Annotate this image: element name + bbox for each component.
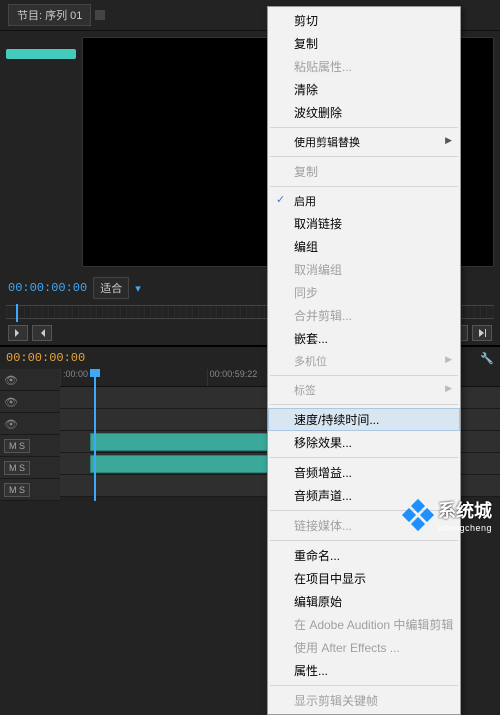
track-headers: 👁 👁 👁 M S M S M S [0,369,60,501]
ctx-ripple-delete[interactable]: 波纹删除 [268,101,460,124]
ctx-group[interactable]: 编组 [268,235,460,258]
watermark-subtitle: xitongcheng [438,523,492,533]
context-menu: 剪切 复制 粘贴属性... 清除 波纹删除 使用剪辑替换▶ 复制 ✓启用 取消链… [267,6,461,715]
track-toggle-a2[interactable]: M S [4,483,30,497]
playhead-timecode[interactable]: 00:00:00:00 [8,281,87,295]
zoom-fit-dropdown[interactable]: 适合 [93,277,129,299]
ctx-label: 标签▶ [268,379,460,401]
submenu-arrow-icon: ▶ [445,383,452,394]
ctx-edit-in-audition: 在 Adobe Audition 中编辑剪辑 [268,613,460,636]
submenu-arrow-icon: ▶ [445,135,452,146]
track-toggle-v[interactable]: M S [4,439,30,453]
timeline-timecode[interactable]: 00:00:00:00 [6,351,85,365]
ctx-properties[interactable]: 属性... [268,659,460,682]
track-toggle-a[interactable]: M S [4,461,30,475]
watermark-logo-icon [404,501,432,529]
separator [270,404,458,405]
separator [270,457,458,458]
watermark-title: 系统城 [438,501,492,521]
ctx-cut[interactable]: 剪切 [268,9,460,32]
ctx-nest[interactable]: 嵌套... [268,327,460,350]
ruler-tick: :00:00 [60,369,207,386]
ctx-rename[interactable]: 重命名... [268,544,460,567]
separator [270,685,458,686]
ctx-ungroup: 取消编组 [268,258,460,281]
playhead-indicator[interactable] [94,369,96,501]
ctx-speed-duration[interactable]: 速度/持续时间... [268,408,460,431]
eye-icon[interactable]: 👁 [4,374,16,386]
ctx-replace-ae: 使用 After Effects ... [268,636,460,659]
ctx-edit-original[interactable]: 编辑原始 [268,590,460,613]
chevron-down-icon: ▾ [135,282,141,295]
ctx-clear[interactable]: 清除 [268,78,460,101]
tab-dropdown-icon[interactable] [95,10,105,20]
ctx-synchronize: 同步 [268,281,460,304]
separator [270,186,458,187]
ctx-multicam: 多机位▶ [268,350,460,372]
source-thumb[interactable] [6,49,76,59]
ctx-merge-clips: 合并剪辑... [268,304,460,327]
ctx-unlink[interactable]: 取消链接 [268,212,460,235]
ctx-audio-gain[interactable]: 音频增益... [268,461,460,484]
program-tab[interactable]: 节目: 序列 01 [8,4,91,26]
submenu-arrow-icon: ▶ [445,354,452,365]
goto-out-button[interactable] [472,325,492,341]
ctx-copy[interactable]: 复制 [268,32,460,55]
separator [270,127,458,128]
watermark: 系统城 xitongcheng [404,497,492,533]
ctx-duplicate: 复制 [268,160,460,183]
ctx-replace-with-clip[interactable]: 使用剪辑替换▶ [268,131,460,153]
mark-out-button[interactable] [32,325,52,341]
ctx-show-clip-keyframes: 显示剪辑关键帧 [268,689,460,712]
ctx-reveal-in-project[interactable]: 在项目中显示 [268,567,460,590]
separator [270,540,458,541]
eye-icon[interactable]: 👁 [4,418,16,430]
ctx-enable[interactable]: ✓启用 [268,190,460,212]
wrench-icon[interactable]: 🔧 [480,352,494,365]
separator [270,375,458,376]
eye-icon[interactable]: 👁 [4,396,16,408]
ctx-paste-attributes: 粘贴属性... [268,55,460,78]
separator [270,156,458,157]
check-icon: ✓ [276,193,285,206]
ctx-remove-effects[interactable]: 移除效果... [268,431,460,454]
mark-in-button[interactable] [8,325,28,341]
